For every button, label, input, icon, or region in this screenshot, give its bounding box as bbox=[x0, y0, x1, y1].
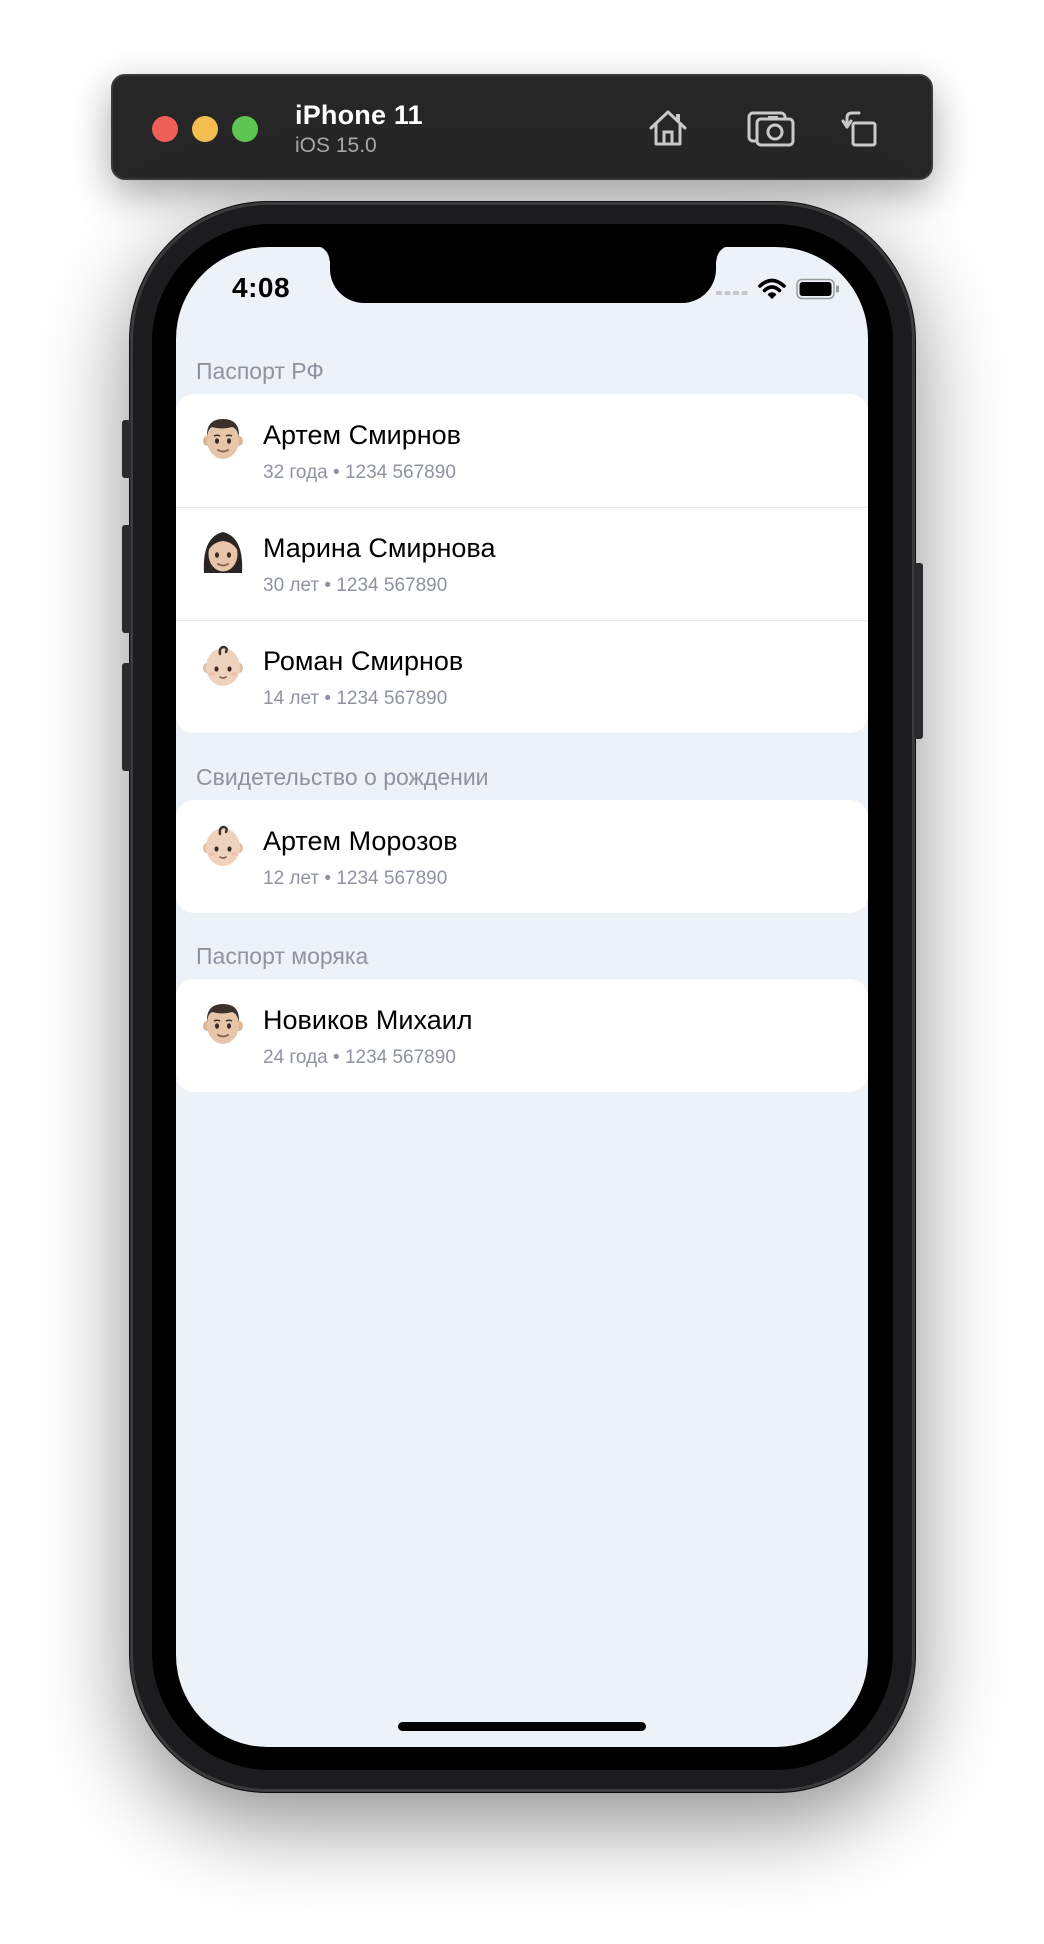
person-name: Артем Морозов bbox=[263, 826, 458, 856]
section-header: Паспорт моряка bbox=[196, 943, 369, 969]
silent-switch[interactable] bbox=[122, 420, 131, 478]
volume-down-button[interactable] bbox=[122, 663, 131, 771]
baby-emoji-icon bbox=[202, 822, 244, 868]
person-details: 14 лет • 1234 567890 bbox=[263, 688, 448, 709]
device-os-version: iOS 15.0 bbox=[295, 134, 377, 157]
person-row[interactable]: Роман Смирнов 14 лет • 1234 567890 bbox=[176, 620, 868, 733]
section-header: Паспорт РФ bbox=[196, 358, 324, 384]
person-row[interactable]: Новиков Михаил 24 года • 1234 567890 bbox=[176, 979, 868, 1092]
status-time: 4:08 bbox=[232, 272, 291, 303]
notch bbox=[314, 247, 732, 303]
status-icons bbox=[716, 277, 840, 301]
document-card: Артем Морозов 12 лет • 1234 567890 bbox=[176, 800, 868, 913]
man-emoji-icon bbox=[202, 416, 244, 462]
zoom-window-button[interactable] bbox=[232, 116, 258, 142]
screenshot-button[interactable] bbox=[746, 103, 796, 153]
person-details: 30 лет • 1234 567890 bbox=[263, 575, 448, 596]
rotate-icon bbox=[841, 111, 877, 147]
baby-emoji-icon bbox=[202, 642, 244, 688]
screenshot-icon bbox=[747, 111, 795, 147]
home-icon bbox=[649, 110, 687, 146]
person-name: Роман Смирнов bbox=[263, 646, 464, 676]
battery-icon bbox=[796, 278, 839, 300]
section-header: Свидетельство о рождении bbox=[196, 764, 489, 790]
cellular-icon bbox=[716, 291, 748, 295]
power-button[interactable] bbox=[914, 563, 923, 739]
home-indicator[interactable] bbox=[398, 1722, 646, 1731]
person-details: 12 лет • 1234 567890 bbox=[263, 868, 448, 889]
woman-emoji-icon bbox=[202, 529, 244, 575]
home-button[interactable] bbox=[643, 103, 693, 153]
person-name: Новиков Михаил bbox=[263, 1005, 473, 1035]
rotate-button[interactable] bbox=[835, 103, 885, 153]
device-name: iPhone 11 bbox=[295, 100, 423, 130]
person-details: 32 года • 1234 567890 bbox=[263, 462, 456, 483]
simulator-toolbar: iPhone 11 iOS 15.0 bbox=[111, 74, 933, 180]
person-name: Марина Смирнова bbox=[263, 533, 496, 563]
person-row[interactable]: Артем Смирнов 32 года • 1234 567890 bbox=[176, 394, 868, 507]
volume-up-button[interactable] bbox=[122, 525, 131, 633]
phone-screen: 4:08 Паспорт РФ Артем Смирнов 32 года • … bbox=[176, 247, 868, 1747]
person-name: Артем Смирнов bbox=[263, 420, 462, 450]
minimize-window-button[interactable] bbox=[192, 116, 218, 142]
close-window-button[interactable] bbox=[152, 116, 178, 142]
wifi-icon bbox=[758, 278, 786, 299]
person-details: 24 года • 1234 567890 bbox=[263, 1047, 456, 1068]
person-row[interactable]: Марина Смирнова 30 лет • 1234 567890 bbox=[176, 507, 868, 620]
man-emoji-icon bbox=[202, 1001, 244, 1047]
document-card: Новиков Михаил 24 года • 1234 567890 bbox=[176, 979, 868, 1092]
person-row[interactable]: Артем Морозов 12 лет • 1234 567890 bbox=[176, 800, 868, 913]
document-card: Артем Смирнов 32 года • 1234 567890 Мари… bbox=[176, 394, 868, 733]
